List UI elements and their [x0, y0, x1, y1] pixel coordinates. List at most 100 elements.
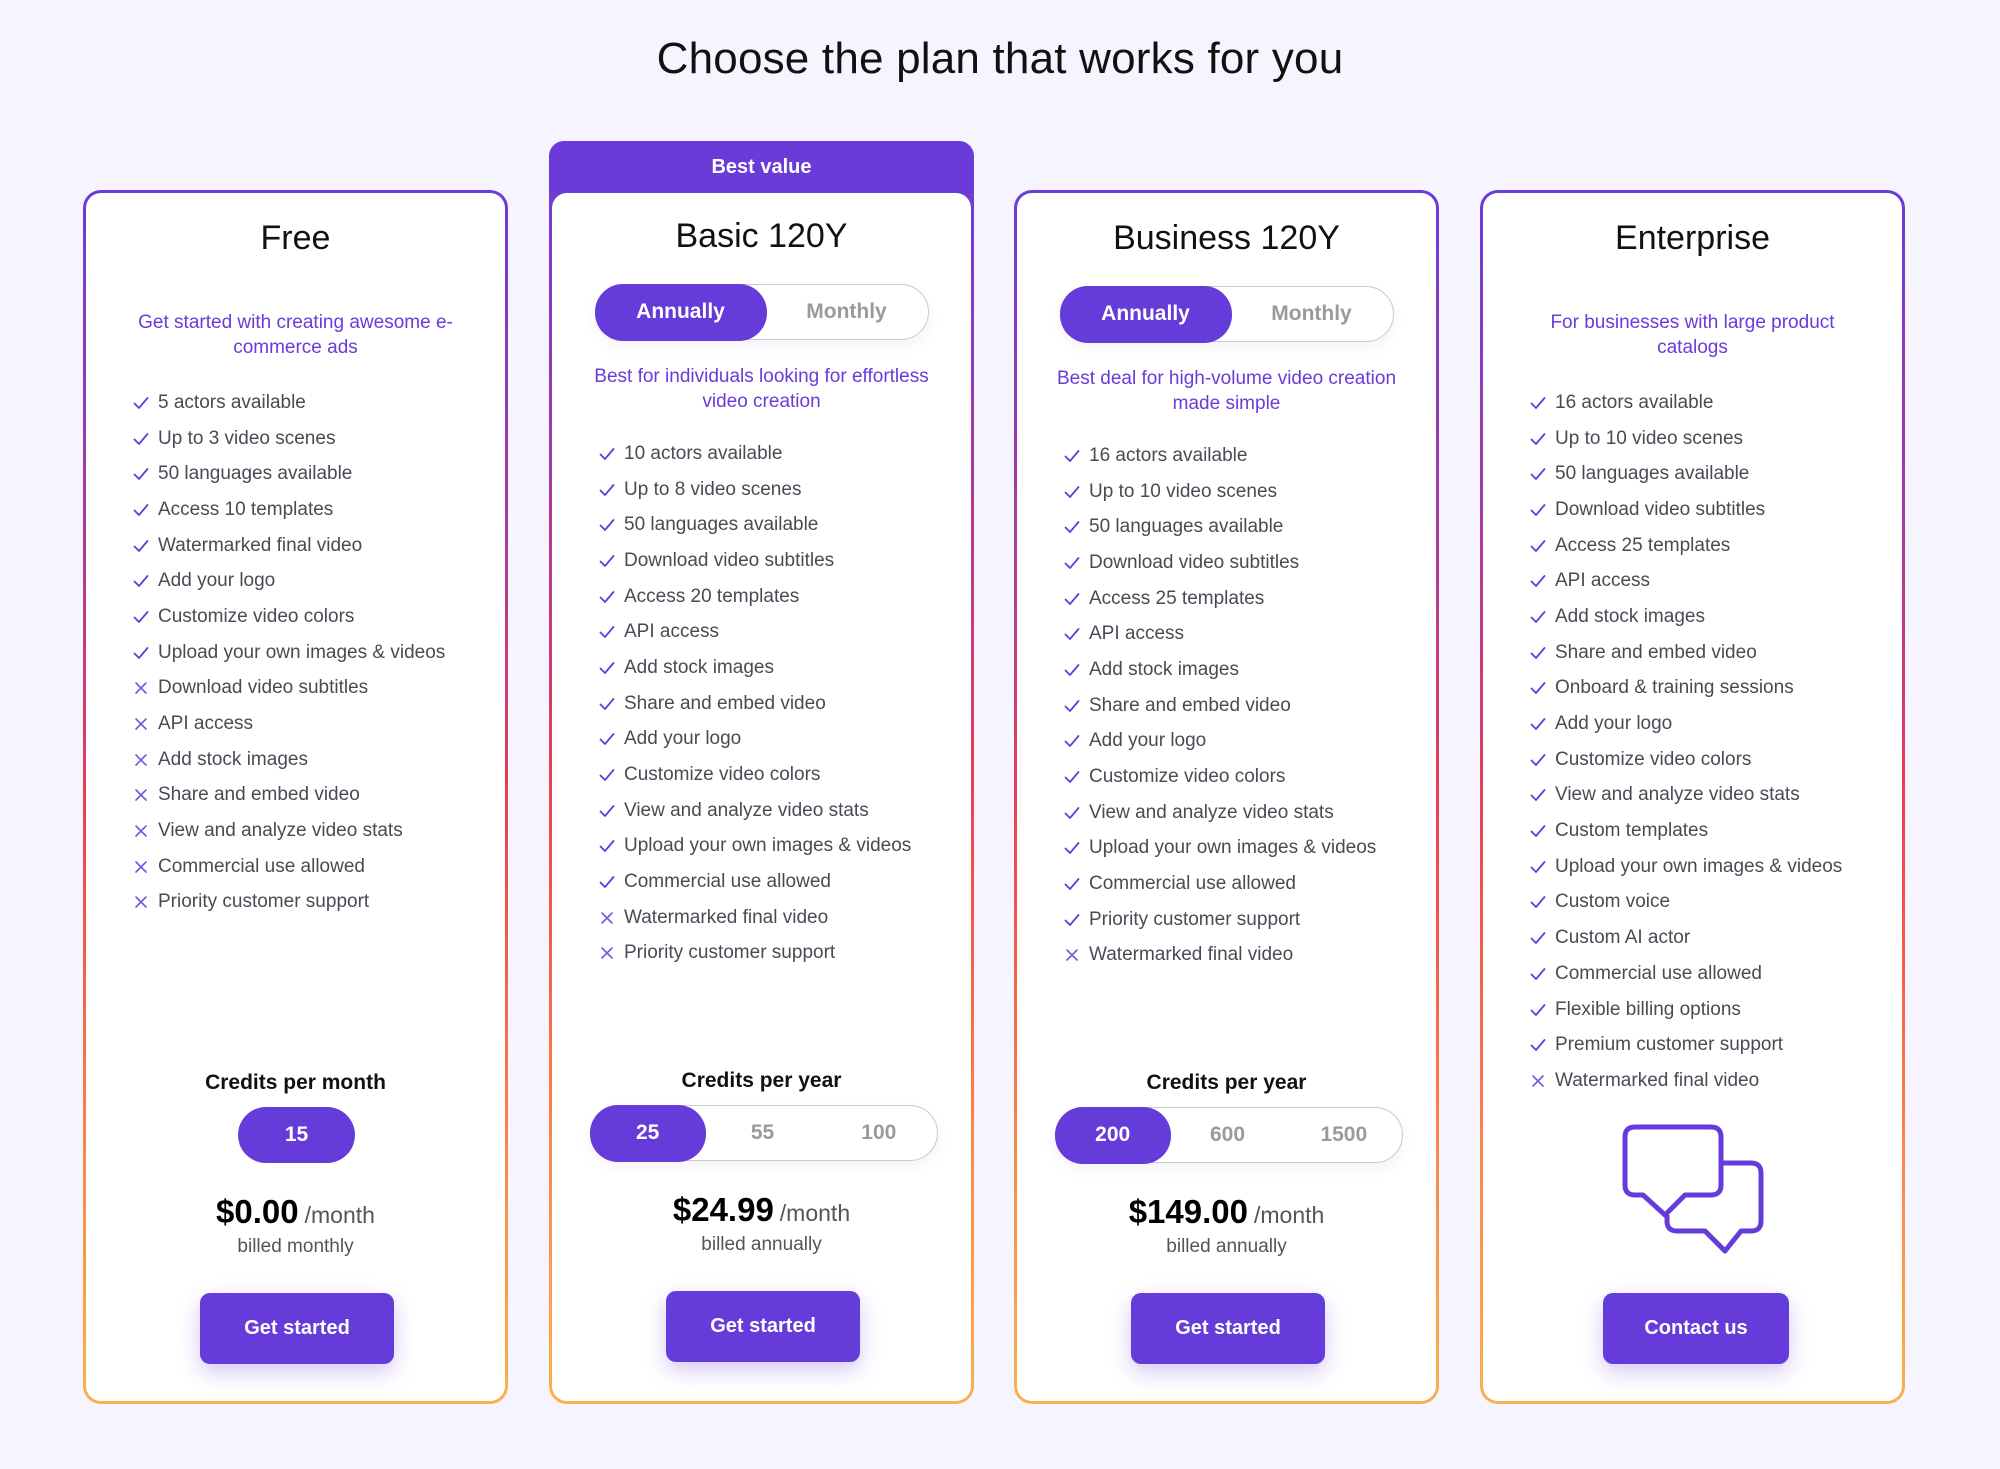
chat-bubbles-icon: [1622, 1124, 1764, 1254]
feature-label: Flexible billing options: [1555, 998, 1741, 1020]
feature-item: 5 actors available: [132, 385, 485, 421]
check-icon: [1529, 786, 1547, 804]
feature-label: Add stock images: [158, 748, 308, 770]
feature-item: Commercial use allowed: [1529, 956, 1882, 992]
price-period: /month: [1253, 1202, 1325, 1228]
feature-label: Onboard & training sessions: [1555, 677, 1794, 699]
feature-label: 10 actors available: [624, 442, 783, 464]
price-period: /month: [304, 1202, 375, 1228]
feature-label: Commercial use allowed: [1089, 873, 1296, 895]
get-started-button[interactable]: Get started: [200, 1293, 394, 1364]
check-icon: [1063, 661, 1081, 679]
feature-label: Add your logo: [1089, 730, 1207, 752]
check-icon: [598, 695, 616, 713]
cross-icon: [132, 751, 150, 769]
feature-item: Share and embed video: [598, 686, 951, 722]
feature-item: Download video subtitles: [1529, 492, 1882, 528]
check-icon: [598, 481, 616, 499]
check-icon: [132, 572, 150, 590]
plan-subtitle: Best for individuals looking for effortl…: [594, 366, 929, 412]
feature-label: Share and embed video: [158, 784, 360, 806]
feature-list: 16 actors available Up to 10 video scenes…: [1063, 438, 1416, 973]
feature-item: Add your logo: [598, 722, 951, 758]
feature-label: Upload your own images & videos: [624, 835, 912, 857]
feature-label: Customize video colors: [624, 764, 821, 786]
feature-label: View and analyze video stats: [624, 799, 869, 821]
check-icon: [132, 501, 150, 519]
feature-label: Upload your own images & videos: [1555, 855, 1843, 877]
credit-option[interactable]: 100: [821, 1106, 937, 1160]
feature-label: Customize video colors: [158, 605, 355, 627]
check-icon: [1063, 768, 1081, 786]
feature-item: Share and embed video: [132, 778, 485, 814]
price-row: $149.00/month: [1017, 1193, 1436, 1231]
feature-label: Add your logo: [158, 570, 276, 592]
feature-label: Share and embed video: [624, 692, 826, 714]
plan-subtitle: For businesses with large product catalo…: [1550, 312, 1835, 358]
cross-icon: [132, 858, 150, 876]
billing-option-monthly[interactable]: Monthly: [1230, 287, 1393, 341]
feature-label: Priority customer support: [624, 942, 836, 964]
check-icon: [1529, 679, 1547, 697]
contact-us-button[interactable]: Contact us: [1603, 1293, 1789, 1364]
feature-label: Watermarked final video: [624, 906, 829, 928]
feature-item: Up to 3 video scenes: [132, 421, 485, 457]
get-started-button[interactable]: Get started: [1131, 1293, 1325, 1364]
check-icon: [598, 552, 616, 570]
feature-item: Customize video colors: [598, 757, 951, 793]
credit-option[interactable]: 55: [704, 1106, 820, 1160]
cross-icon: [132, 822, 150, 840]
feature-item: Add stock images: [598, 650, 951, 686]
feature-label: Download video subtitles: [1555, 498, 1766, 520]
feature-item: Access 20 templates: [598, 579, 951, 615]
credit-option[interactable]: 1500: [1286, 1108, 1402, 1162]
check-icon: [1063, 732, 1081, 750]
feature-label: Add stock images: [1089, 658, 1239, 680]
feature-label: Commercial use allowed: [158, 855, 365, 877]
check-icon: [1063, 839, 1081, 857]
feature-item: Up to 10 video scenes: [1063, 474, 1416, 510]
feature-label: 16 actors available: [1089, 444, 1248, 466]
billing-option-annually[interactable]: Annually: [594, 283, 767, 341]
feature-label: Up to 10 video scenes: [1555, 427, 1744, 449]
check-icon: [598, 873, 616, 891]
plan-card-free: Free Get started with creating awesome e…: [83, 190, 508, 1404]
feature-item: Up to 8 video scenes: [598, 472, 951, 508]
feature-label: Custom voice: [1555, 891, 1671, 913]
check-icon: [598, 516, 616, 534]
check-icon: [598, 588, 616, 606]
feature-label: 50 languages available: [158, 463, 353, 485]
feature-item: 50 languages available: [1529, 456, 1882, 492]
feature-label: Custom templates: [1555, 820, 1709, 842]
credit-option[interactable]: 200: [1054, 1106, 1171, 1164]
billing-option-annually[interactable]: Annually: [1059, 285, 1232, 343]
feature-item: Watermarked final video: [1529, 1063, 1882, 1099]
credit-option[interactable]: 25: [589, 1104, 706, 1162]
feature-label: View and analyze video stats: [1555, 784, 1800, 806]
feature-item: Upload your own images & videos: [598, 829, 951, 865]
feature-label: Access 20 templates: [624, 585, 800, 607]
check-icon: [1529, 537, 1547, 555]
credits-label: Credits per year: [681, 1069, 842, 1092]
credits-label: Credits per month: [205, 1071, 386, 1094]
cross-icon: [1529, 1072, 1547, 1090]
check-icon: [1529, 572, 1547, 590]
cross-icon: [132, 786, 150, 804]
feature-label: Commercial use allowed: [1555, 962, 1762, 984]
billing-option-monthly[interactable]: Monthly: [765, 285, 928, 339]
feature-label: Watermarked final video: [1089, 944, 1294, 966]
check-icon: [598, 766, 616, 784]
feature-item: 50 languages available: [1063, 509, 1416, 545]
feature-item: Add stock images: [1529, 599, 1882, 635]
check-icon: [1063, 590, 1081, 608]
feature-item: Add stock images: [1063, 652, 1416, 688]
check-icon: [1529, 394, 1547, 412]
get-started-button[interactable]: Get started: [666, 1291, 860, 1362]
feature-label: Add your logo: [1555, 713, 1673, 735]
feature-item: Download video subtitles: [598, 543, 951, 579]
credit-option[interactable]: 15: [238, 1107, 355, 1163]
check-icon: [1063, 911, 1081, 929]
check-icon: [1529, 929, 1547, 947]
feature-item: Premium customer support: [1529, 1027, 1882, 1063]
credit-option[interactable]: 600: [1169, 1108, 1285, 1162]
